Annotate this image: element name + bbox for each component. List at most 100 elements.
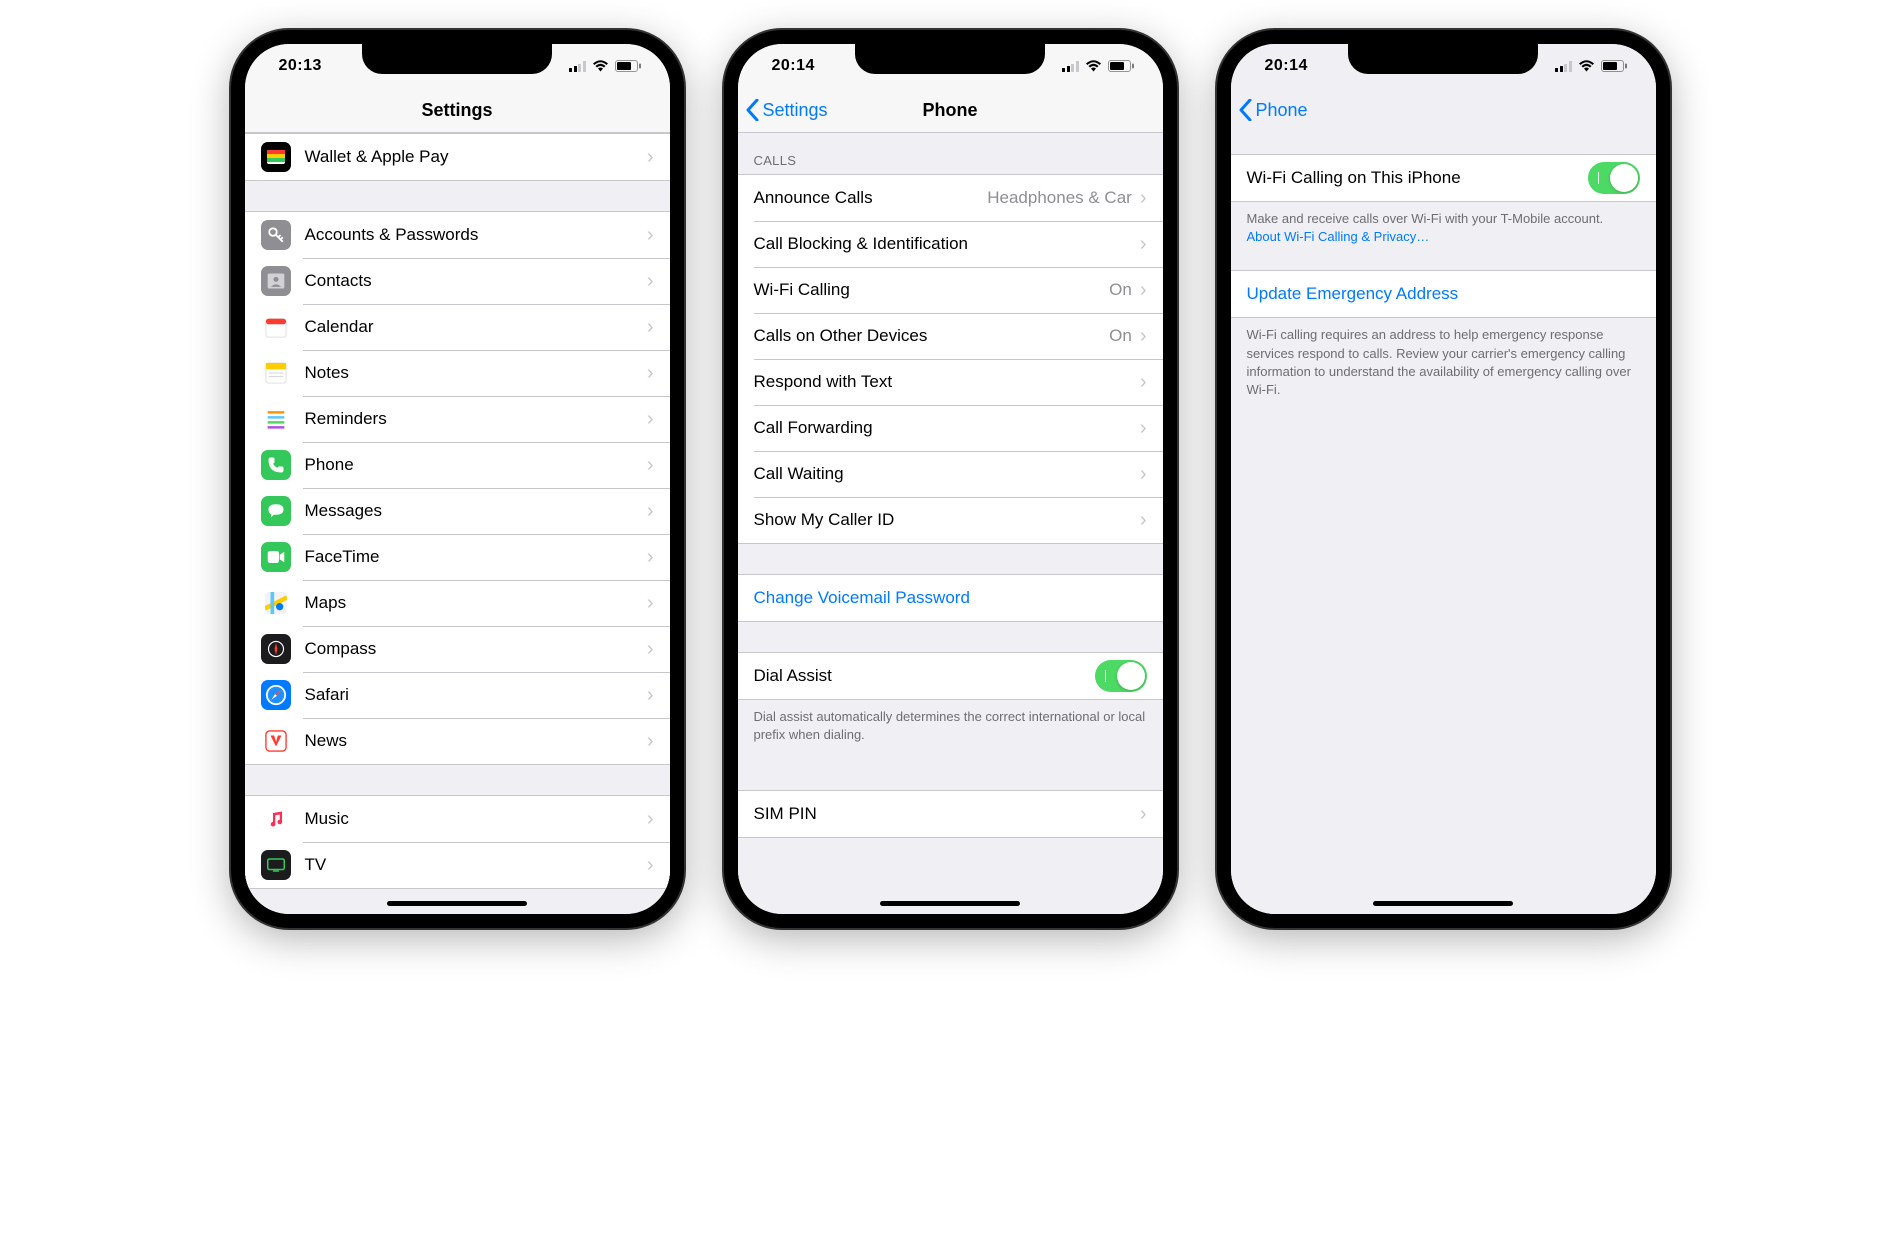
emergency-footer: Wi-Fi calling requires an address to hel… [1231,318,1656,405]
settings-row-label: Phone [305,455,647,475]
home-indicator[interactable] [1373,901,1513,906]
wallet-icon [261,142,291,172]
settings-row-label: Calendar [305,317,647,337]
chevron-right-icon: › [1140,803,1147,826]
settings-row-label: Notes [305,363,647,383]
calls-row-label: Call Forwarding [754,418,1140,438]
calls-row[interactable]: Calls on Other DevicesOn› [738,313,1163,359]
settings-row-reminders[interactable]: Reminders› [245,396,670,442]
settings-row-notes[interactable]: Notes› [245,350,670,396]
chevron-right-icon: › [647,546,654,569]
settings-row-wallet[interactable]: Wallet & Apple Pay › [245,134,670,180]
sim-pin-label: SIM PIN [754,804,1140,824]
settings-row-label: Maps [305,593,647,613]
contacts-icon [261,266,291,296]
settings-row-calendar[interactable]: Calendar› [245,304,670,350]
change-voicemail-label: Change Voicemail Password [754,588,1147,608]
chevron-left-icon [1239,99,1252,121]
home-indicator[interactable] [880,901,1020,906]
calls-row[interactable]: Call Waiting› [738,451,1163,497]
wifi-privacy-link[interactable]: About Wi-Fi Calling & Privacy… [1247,229,1430,244]
settings-row-compass[interactable]: Compass› [245,626,670,672]
calls-row[interactable]: Respond with Text› [738,359,1163,405]
sim-pin-row[interactable]: SIM PIN › [738,791,1163,837]
nav-bar: Settings Phone [738,88,1163,133]
settings-row-tv[interactable]: TV› [245,842,670,888]
wifi-calling-toggle[interactable] [1588,162,1640,194]
calendar-icon [261,312,291,342]
update-emergency-address-row[interactable]: Update Emergency Address [1231,271,1656,317]
battery-icon [1601,60,1628,72]
wifi-icon [592,60,609,72]
chevron-right-icon: › [647,224,654,247]
chevron-right-icon: › [647,684,654,707]
status-bar: 20:14 [1231,44,1656,88]
chevron-right-icon: › [1140,371,1147,394]
cellular-icon [569,61,586,72]
chevron-right-icon: › [1140,509,1147,532]
messages-icon [261,496,291,526]
phone-icon [261,450,291,480]
settings-row-label: Reminders [305,409,647,429]
calls-row[interactable]: Call Blocking & Identification› [738,221,1163,267]
chevron-right-icon: › [1140,325,1147,348]
facetime-icon [261,542,291,572]
calls-row-label: Wi-Fi Calling [754,280,1110,300]
settings-row-news[interactable]: News› [245,718,670,764]
status-icons [1062,60,1135,72]
chevron-right-icon: › [647,454,654,477]
maps-icon [261,588,291,618]
chevron-right-icon: › [1140,463,1147,486]
update-emergency-address-label: Update Emergency Address [1247,284,1640,304]
calls-row-label: Show My Caller ID [754,510,1140,530]
calls-row-label: Call Waiting [754,464,1140,484]
chevron-right-icon: › [1140,279,1147,302]
chevron-right-icon: › [647,362,654,385]
settings-row-label: Safari [305,685,647,705]
back-label: Settings [763,100,828,121]
calls-row-detail: On [1109,280,1132,300]
chevron-right-icon: › [647,316,654,339]
settings-row-label: News [305,731,647,751]
wifi-calling-content[interactable]: Wi-Fi Calling on This iPhone Make and re… [1231,132,1656,914]
calls-row[interactable]: Announce CallsHeadphones & Car› [738,175,1163,221]
calls-row-label: Announce Calls [754,188,988,208]
chevron-right-icon: › [647,270,654,293]
calls-row[interactable]: Wi-Fi CallingOn › [738,267,1163,313]
dial-assist-toggle[interactable] [1095,660,1147,692]
chevron-right-icon: › [647,854,654,877]
settings-row-facetime[interactable]: FaceTime› [245,534,670,580]
settings-row-label: Compass [305,639,647,659]
wifi-icon [1578,60,1595,72]
settings-row-key[interactable]: Accounts & Passwords› [245,212,670,258]
tv-icon [261,850,291,880]
settings-row-phone[interactable]: Phone› [245,442,670,488]
back-button[interactable]: Phone [1231,99,1308,121]
phone-content[interactable]: CALLS Announce CallsHeadphones & Car›Cal… [738,133,1163,914]
chevron-right-icon: › [647,638,654,661]
settings-content[interactable]: Wallet & Apple Pay › Accounts & Password… [245,133,670,914]
back-button[interactable]: Settings [738,99,828,121]
settings-row-contacts[interactable]: Contacts› [245,258,670,304]
settings-row-music[interactable]: Music› [245,796,670,842]
home-indicator[interactable] [387,901,527,906]
wifi-calling-footer: Make and receive calls over Wi-Fi with y… [1231,202,1656,252]
chevron-right-icon: › [1140,233,1147,256]
dial-assist-row[interactable]: Dial Assist [738,653,1163,699]
wifi-footer-text: Make and receive calls over Wi-Fi with y… [1247,211,1604,226]
change-voicemail-row[interactable]: Change Voicemail Password [738,575,1163,621]
settings-row-maps[interactable]: Maps› [245,580,670,626]
page-title: Settings [245,100,670,121]
battery-icon [1108,60,1135,72]
settings-row-safari[interactable]: Safari› [245,672,670,718]
calls-row[interactable]: Call Forwarding› [738,405,1163,451]
music-icon [261,804,291,834]
chevron-left-icon [746,99,759,121]
settings-row-label: Wallet & Apple Pay [305,147,647,167]
phone-frame-2: 20:14 Settings Phone CALLS Announce Call… [724,30,1177,928]
calls-row-detail: On [1109,326,1132,346]
wifi-calling-toggle-row[interactable]: Wi-Fi Calling on This iPhone [1231,155,1656,201]
phone-frame-1: 20:13 Settings Wallet & Apple Pay › [231,30,684,928]
settings-row-messages[interactable]: Messages› [245,488,670,534]
calls-row[interactable]: Show My Caller ID› [738,497,1163,543]
